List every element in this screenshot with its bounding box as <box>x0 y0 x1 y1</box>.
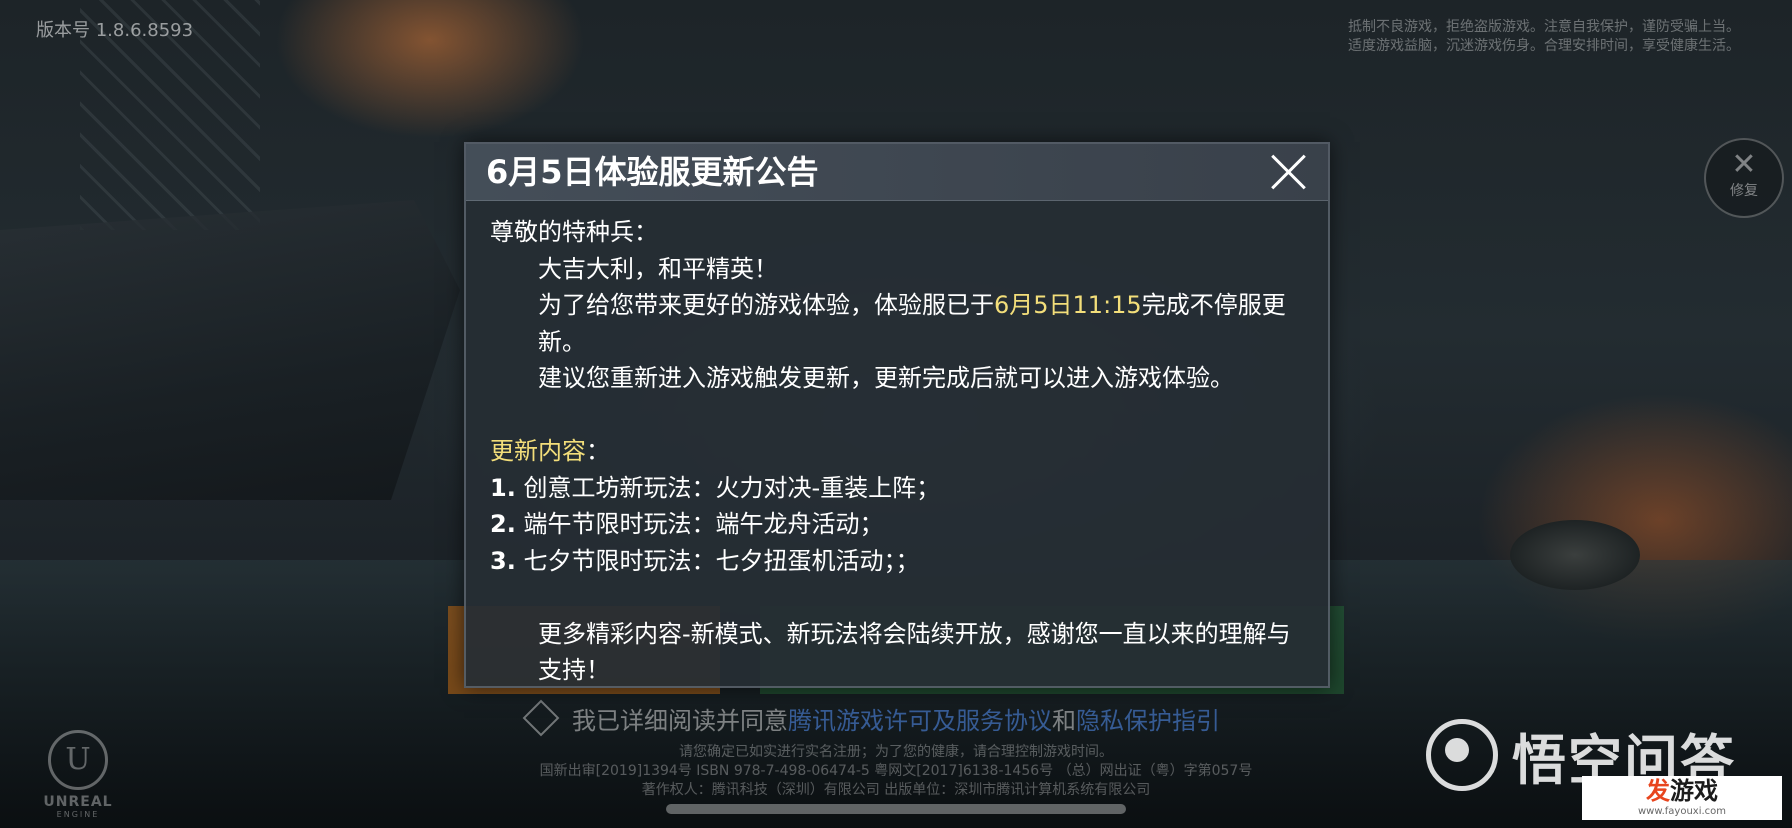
update-paragraph: 为了给您带来更好的游戏体验，体验服已于6月5日11:15完成不停服更新。 <box>490 287 1310 360</box>
background-ship <box>0 200 460 500</box>
unreal-logo-text: UNREAL <box>43 794 113 810</box>
greeting-text: 尊敬的特种兵： <box>490 218 658 246</box>
blessing-text: 大吉大利，和平精英！ <box>538 254 778 283</box>
version-label: 版本号 1.8.6.8593 <box>36 20 194 41</box>
home-indicator-bar[interactable] <box>666 804 1126 814</box>
list-item-text: 创意工坊新玩法：火力对决-重装上阵； <box>523 473 941 502</box>
health-notice-line2: 适度游戏益脑，沉迷游戏伤身。合理安排时间，享受健康生活。 <box>1348 38 1740 54</box>
fayouxi-watermark: 发游戏 www.fayouxi.com <box>1582 776 1782 820</box>
license-agreement-link[interactable]: 腾讯游戏许可及服务协议 <box>788 701 1052 736</box>
dialog-title: 6月5日体验服更新公告 <box>486 153 819 191</box>
list-item-text: 端午节限时玩法：端午龙舟活动； <box>523 510 884 538</box>
dialog-body[interactable]: 尊敬的特种兵： 大吉大利，和平精英！ 为了给您带来更好的游戏体验，体验服已于6月… <box>490 214 1310 686</box>
wrench-screwdriver-icon: ✕ <box>1731 147 1757 182</box>
section-label: 更新内容 <box>490 437 586 465</box>
agreement-row: 我已详细阅读并同意 腾讯游戏许可及服务协议 和 隐私保护指引 <box>522 699 1220 737</box>
announcement-dialog: 6月5日体验服更新公告 尊敬的特种兵： 大吉大利，和平精英！ 为了给您带来更好的… <box>464 142 1330 688</box>
closing-paragraph: 更多精彩内容-新模式、新玩法将会陆续开放，感谢您一直以来的理解与支持！ <box>538 619 1291 685</box>
agreement-and: 和 <box>1052 706 1076 735</box>
list-item-number: 1. <box>490 473 516 502</box>
dialog-header: 6月5日体验服更新公告 <box>466 144 1328 201</box>
update-time: 6月5日11:15 <box>994 291 1142 319</box>
close-icon[interactable] <box>1268 152 1308 192</box>
fayouxi-char-b: 游戏 <box>1670 777 1718 805</box>
section-heading: 更新内容： <box>490 433 1310 470</box>
wukong-logo-icon <box>1426 719 1498 791</box>
list-item: 2. 端午节限时玩法：端午龙舟活动； <box>490 506 1310 543</box>
update-paragraph-pre: 为了给您带来更好的游戏体验，体验服已于 <box>538 291 994 319</box>
fayouxi-logo-text: 发游戏 <box>1582 776 1782 806</box>
repair-label: 修复 <box>1730 183 1758 199</box>
fayouxi-url: www.fayouxi.com <box>1637 806 1727 817</box>
agreement-checkbox[interactable] <box>522 699 560 737</box>
list-item: 1. 创意工坊新玩法：火力对决-重装上阵； <box>490 470 1310 507</box>
list-item-number: 2. <box>490 510 516 538</box>
unreal-logo-sub: ENGINE <box>56 810 100 819</box>
list-item-text: 七夕节限时玩法：七夕扭蛋机活动；； <box>523 546 920 575</box>
list-item-number: 3. <box>490 546 516 575</box>
repair-button[interactable]: ✕ 修复 <box>1704 138 1784 218</box>
list-item: 3. 七夕节限时玩法：七夕扭蛋机活动；； <box>490 543 1310 580</box>
unreal-u-icon: U <box>48 730 108 790</box>
agreement-prefix: 我已详细阅读并同意 <box>572 706 788 735</box>
unreal-engine-logo: U UNREAL ENGINE <box>38 730 118 819</box>
privacy-guide-link[interactable]: 隐私保护指引 <box>1076 701 1220 736</box>
background-boat <box>1510 520 1640 590</box>
suggestion-paragraph: 建议您重新进入游戏触发更新，更新完成后就可以进入游戏体验。 <box>538 364 1234 392</box>
fayouxi-char-a: 发 <box>1646 777 1670 805</box>
section-colon: ： <box>586 437 610 465</box>
health-notice-line1: 抵制不良游戏，拒绝盗版游戏。注意自我保护，谨防受骗上当。 <box>1348 19 1740 35</box>
health-notice: 抵制不良游戏，拒绝盗版游戏。注意自我保护，谨防受骗上当。 适度游戏益脑，沉迷游戏… <box>1348 18 1740 56</box>
